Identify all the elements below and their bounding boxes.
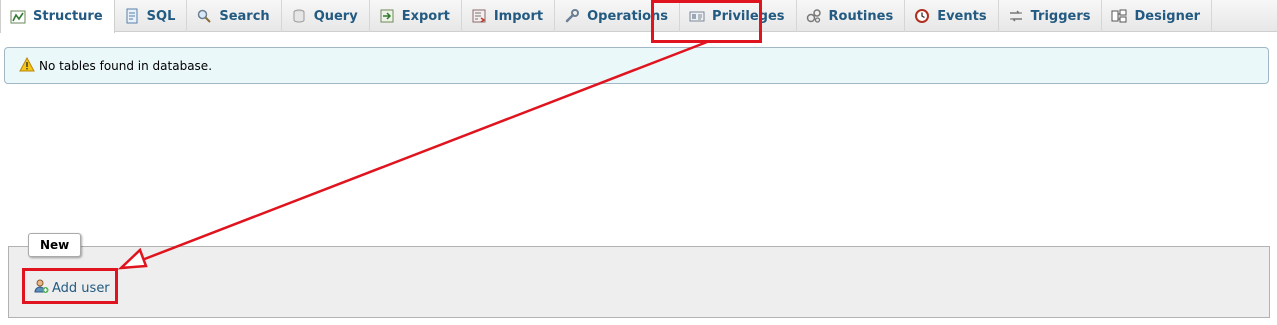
tab-routines[interactable]: Routines (797, 0, 906, 32)
tab-label: Structure (33, 9, 103, 24)
add-user-link[interactable]: Add user (33, 278, 110, 298)
add-user-label: Add user (52, 280, 110, 296)
triggers-icon (1008, 8, 1024, 24)
tab-structure[interactable]: Structure (0, 0, 115, 33)
tab-bar: Structure SQL Search Query Export Import… (0, 0, 1277, 33)
tab-events[interactable]: Events (905, 0, 999, 32)
notice-text: No tables found in database. (39, 58, 213, 73)
structure-icon (10, 9, 26, 25)
tab-bar-filler (1212, 0, 1277, 31)
tab-operations[interactable]: Operations (555, 0, 681, 32)
notice-message: No tables found in database. (4, 47, 1269, 84)
tab-designer[interactable]: Designer (1102, 0, 1213, 32)
new-legend: New (28, 233, 82, 257)
export-icon (379, 8, 395, 24)
add-user-icon (33, 278, 49, 298)
tab-label: Privileges (712, 8, 785, 24)
tab-query[interactable]: Query (282, 0, 370, 32)
clock-icon (914, 8, 930, 24)
import-icon (471, 8, 487, 24)
tab-search[interactable]: Search (187, 0, 282, 32)
tab-sql[interactable]: SQL (115, 0, 188, 32)
tab-label: Routines (828, 8, 894, 24)
sql-icon (124, 8, 140, 24)
tab-label: Triggers (1030, 8, 1091, 24)
tab-label: Designer (1134, 8, 1201, 24)
query-icon (291, 8, 307, 24)
warning-icon (19, 56, 35, 75)
search-icon (196, 8, 212, 24)
tab-label: SQL (146, 8, 176, 24)
tab-label: Search (219, 8, 270, 24)
routines-icon (806, 8, 822, 24)
tab-import[interactable]: Import (462, 0, 556, 32)
tab-export[interactable]: Export (370, 0, 462, 32)
tab-label: Export (401, 8, 450, 24)
tab-label: Operations (587, 8, 669, 24)
tab-label: Events (937, 8, 987, 24)
tab-triggers[interactable]: Triggers (999, 0, 1103, 32)
new-fieldset (8, 246, 1270, 318)
wrench-icon (564, 8, 580, 24)
designer-icon (1111, 8, 1127, 24)
tab-privileges[interactable]: Privileges (680, 0, 797, 32)
privileges-icon (689, 8, 705, 24)
tab-label: Import (493, 8, 544, 24)
page: Structure SQL Search Query Export Import… (0, 0, 1277, 325)
tab-label: Query (313, 8, 358, 24)
